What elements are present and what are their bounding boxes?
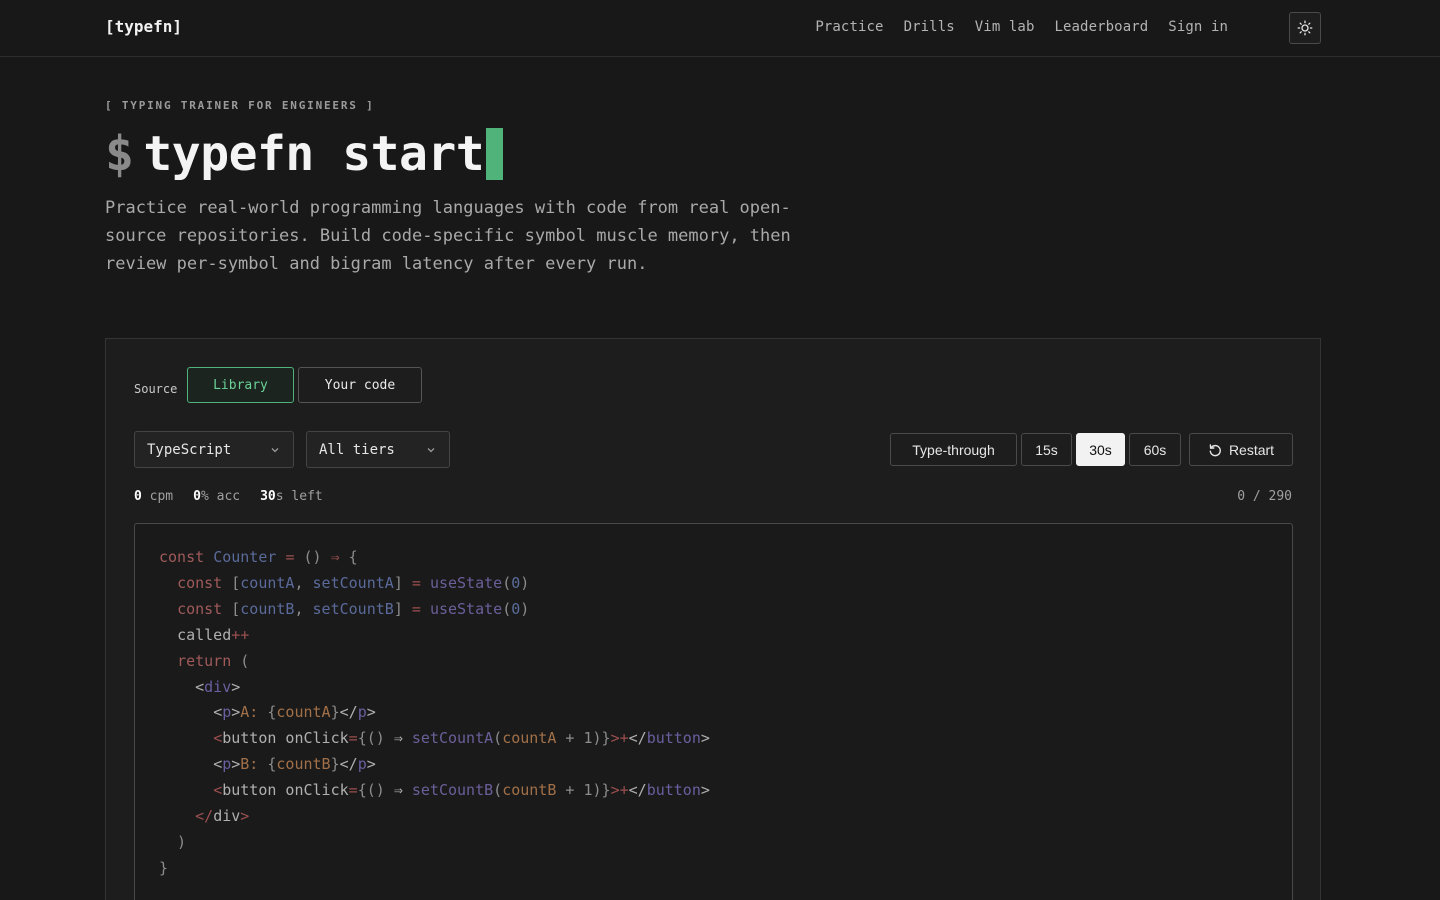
hero-eyebrow: [ TYPING TRAINER FOR ENGINEERS ] (105, 99, 375, 112)
source-your-code-button[interactable]: Your code (298, 367, 422, 403)
chevron-down-icon (271, 448, 279, 453)
stat-cpm: 0 cpm (134, 489, 174, 504)
tier-select-value: All tiers (319, 441, 395, 458)
nav-practice[interactable]: Practice (815, 19, 883, 35)
nav-sign-in[interactable]: Sign in (1168, 19, 1228, 35)
stat-time-left: 30s left (260, 489, 323, 504)
hero-description: Practice real-world programming language… (105, 198, 791, 274)
language-select[interactable]: TypeScript (134, 431, 294, 468)
top-bar: [typefn] Practice Drills Vim lab Leaderb… (0, 0, 1440, 57)
source-label: Source (134, 382, 178, 396)
language-select-value: TypeScript (147, 441, 232, 458)
mode-60s-button[interactable]: 60s (1129, 433, 1181, 466)
restart-icon (1209, 443, 1221, 456)
prompt-symbol: $ (105, 126, 134, 182)
nav-drills[interactable]: Drills (904, 19, 955, 35)
main-nav: Practice Drills Vim lab Leaderboard Sign… (795, 19, 1228, 35)
chevron-down-icon (427, 448, 435, 453)
tier-select[interactable]: All tiers (306, 431, 450, 468)
mode-type-through-button[interactable]: Type-through (890, 433, 1017, 466)
mode-30s-button[interactable]: 30s (1076, 433, 1125, 466)
char-progress: 0 / 290 (1237, 489, 1292, 504)
practice-panel: Source Library Your code TypeScript All … (105, 338, 1321, 900)
stats-bar: 0 cpm 0% acc 30s left (134, 489, 323, 504)
hero-command: typefn start (143, 126, 485, 182)
mode-15s-button[interactable]: 15s (1021, 433, 1072, 466)
restart-label: Restart (1228, 441, 1275, 458)
cursor-block (486, 128, 504, 180)
code-typing-area[interactable]: const Counter = () ⇒ { const [countA, se… (134, 523, 1293, 900)
stat-accuracy: 0% acc (193, 489, 241, 504)
code-snippet: const Counter = () ⇒ { const [countA, se… (159, 548, 710, 877)
logo[interactable]: [typefn] (105, 17, 182, 36)
nav-vim-lab[interactable]: Vim lab (975, 19, 1035, 35)
restart-button[interactable]: Restart (1189, 433, 1293, 466)
hero-title: $ typefn start (105, 124, 504, 184)
source-library-button[interactable]: Library (187, 367, 294, 403)
nav-leaderboard[interactable]: Leaderboard (1054, 19, 1148, 35)
theme-toggle-button[interactable] (1289, 12, 1321, 44)
sun-icon (1297, 20, 1313, 36)
